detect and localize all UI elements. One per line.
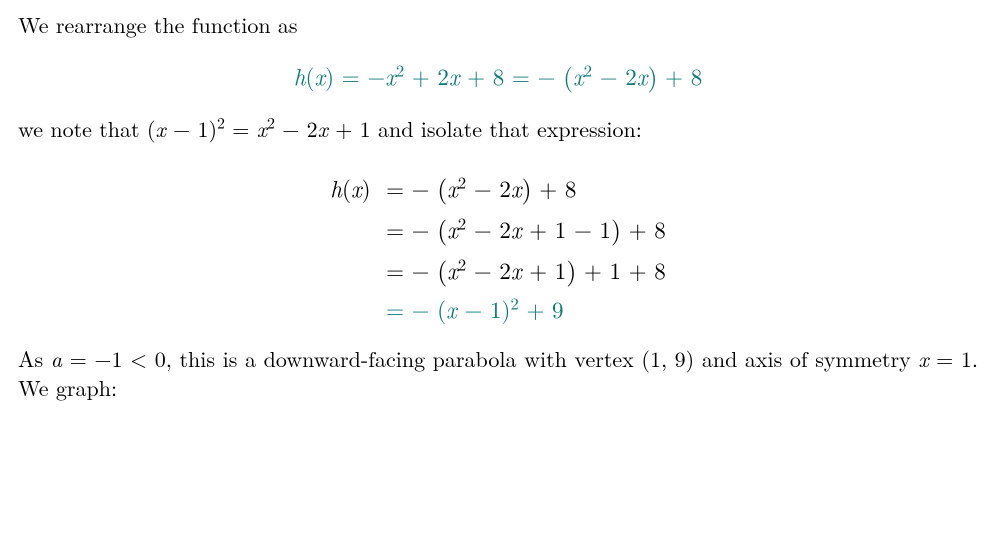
equation-align-block: h(x) = − (x2 − 2x) + 8 = − (x2 − 2x + 1 … <box>18 170 978 323</box>
text: and isolate that expression: <box>371 113 642 144</box>
paragraph-3: As a = −1 < 0, this is a downward-facing… <box>18 344 978 403</box>
paragraph-2: we note that (x − 1)2 = x2 − 2x + 1 and … <box>18 114 978 144</box>
inline-math: (x − 1)2 = x2 − 2x + 1 <box>147 113 371 144</box>
equation-display-1: h(x) = −x2 + 2x + 8 = − (x2 − 2x) + 8 <box>18 58 978 93</box>
inline-math: x = 1 <box>918 343 972 374</box>
text: and axis of symmetry <box>694 343 918 374</box>
text: We rearrange the function as <box>18 9 298 40</box>
align-rhs-3: = − (x2 − 2x + 1) + 1 + 8 <box>384 252 666 287</box>
math-expr: h(x) = −x2 + 2x + 8 = − (x2 − 2x) + 8 <box>294 59 702 92</box>
align-rhs-2: = − (x2 − 2x + 1 − 1) + 8 <box>384 211 666 246</box>
text: , this is a downward-facing parabola wit… <box>166 343 642 374</box>
align-lhs-1: h(x) <box>330 172 384 203</box>
inline-math: a = −1 < 0 <box>51 343 166 374</box>
inline-math: (1, 9) <box>641 343 694 374</box>
align-wrap: h(x) = − (x2 − 2x) + 8 = − (x2 − 2x + 1 … <box>330 170 666 323</box>
text: As <box>18 343 51 374</box>
align-rhs-4: = − (x − 1)2 + 9 <box>384 293 666 324</box>
align-rhs-1: = − (x2 − 2x) + 8 <box>384 170 666 205</box>
paragraph-1: We rearrange the function as <box>18 10 978 40</box>
text: we note that <box>18 113 147 144</box>
